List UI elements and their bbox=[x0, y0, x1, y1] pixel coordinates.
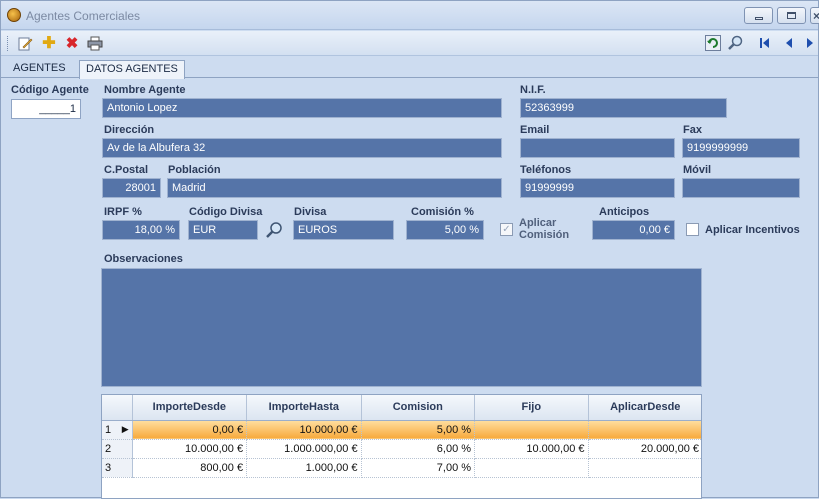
cell-importe-hasta[interactable]: 1.000.000,00 € bbox=[246, 439, 362, 459]
comision-field[interactable]: 5,00 % bbox=[406, 220, 484, 240]
email-field[interactable] bbox=[520, 138, 675, 158]
tab-strip: AGENTES DATOS AGENTES bbox=[1, 57, 818, 79]
aplicar-comision-label-1: Aplicar bbox=[519, 217, 557, 229]
table-row[interactable]: 2 10.000,00 € 1.000.000,00 € 6,00 % 10.0… bbox=[102, 439, 701, 459]
aplicar-incentivos-label: Aplicar Incentivos bbox=[705, 224, 800, 236]
commission-grid: ImporteDesde ImporteHasta Comision Fijo … bbox=[101, 394, 702, 499]
codigo-agente-label: Código Agente bbox=[11, 84, 89, 96]
cpostal-label: C.Postal bbox=[104, 164, 149, 176]
cell-comision[interactable]: 5,00 % bbox=[361, 420, 476, 440]
cell-aplicar-desde[interactable]: 20.000,00 € bbox=[588, 439, 701, 459]
print-icon[interactable] bbox=[87, 35, 103, 51]
edit-icon[interactable] bbox=[17, 35, 33, 51]
current-row-icon: ▶ bbox=[121, 423, 129, 434]
cell-comision[interactable]: 7,00 % bbox=[361, 458, 476, 478]
row-number: 3 bbox=[102, 458, 133, 478]
telefonos-label: Teléfonos bbox=[520, 164, 572, 176]
tab-agentes[interactable]: AGENTES bbox=[7, 60, 72, 78]
divisa-field[interactable]: EUROS bbox=[293, 220, 394, 240]
nombre-agente-field[interactable]: Antonio Lopez bbox=[102, 98, 502, 118]
cell-importe-desde[interactable]: 800,00 € bbox=[132, 458, 248, 478]
cell-fijo[interactable] bbox=[474, 420, 589, 440]
restore-button[interactable] bbox=[777, 7, 806, 24]
next-record-icon[interactable] bbox=[802, 35, 818, 51]
codigo-divisa-label: Código Divisa bbox=[189, 206, 263, 218]
cpostal-field[interactable]: 28001 bbox=[102, 178, 161, 198]
codigo-divisa-field[interactable]: EUR bbox=[188, 220, 258, 240]
table-row[interactable]: 3 800,00 € 1.000,00 € 7,00 % bbox=[102, 458, 701, 478]
comision-label: Comisión % bbox=[411, 206, 474, 218]
anticipos-label: Anticipos bbox=[599, 206, 650, 218]
restore-icon bbox=[787, 12, 796, 19]
fax-field[interactable]: 9199999999 bbox=[682, 138, 800, 158]
aplicar-incentivos-checkbox[interactable] bbox=[686, 223, 699, 236]
cell-fijo[interactable]: 10.000,00 € bbox=[474, 439, 589, 459]
grid-corner bbox=[102, 395, 133, 421]
observaciones-textarea[interactable] bbox=[101, 268, 702, 387]
telefonos-field[interactable]: 91999999 bbox=[520, 178, 675, 198]
cell-importe-desde[interactable]: 0,00 € bbox=[132, 420, 248, 440]
direccion-field[interactable]: Av de la Albufera 32 bbox=[102, 138, 502, 158]
aplicar-comision-label-2: Comisión bbox=[519, 229, 570, 241]
column-header-comision[interactable]: Comision bbox=[361, 395, 476, 421]
email-label: Email bbox=[520, 124, 550, 136]
toolbar: ✚ ✖ bbox=[1, 31, 818, 56]
aplicar-comision-checkbox[interactable]: ✓ bbox=[500, 223, 513, 236]
irpf-label: IRPF % bbox=[104, 206, 142, 218]
observaciones-label: Observaciones bbox=[104, 253, 183, 265]
column-header-importe-desde[interactable]: ImporteDesde bbox=[132, 395, 248, 421]
movil-field[interactable] bbox=[682, 178, 800, 198]
add-icon[interactable]: ✚ bbox=[41, 35, 57, 52]
fax-label: Fax bbox=[683, 124, 702, 136]
irpf-field[interactable]: 18,00 % bbox=[102, 220, 180, 240]
direccion-label: Dirección bbox=[104, 124, 155, 136]
minimize-button[interactable] bbox=[744, 7, 773, 24]
toolbar-grip bbox=[7, 36, 10, 51]
window-title: Agentes Comerciales bbox=[26, 9, 141, 23]
codigo-agente-field[interactable]: _____1 bbox=[11, 99, 81, 119]
cell-aplicar-desde[interactable] bbox=[588, 420, 701, 440]
previous-record-icon[interactable] bbox=[781, 35, 797, 51]
grid-header-row: ImporteDesde ImporteHasta Comision Fijo … bbox=[102, 395, 701, 421]
search-icon[interactable] bbox=[727, 35, 743, 51]
poblacion-label: Población bbox=[168, 164, 221, 176]
app-window: Agentes Comerciales × ✚ ✖ AGENTES DATOS … bbox=[0, 0, 819, 499]
nif-field[interactable]: 52363999 bbox=[520, 98, 727, 118]
cell-comision[interactable]: 6,00 % bbox=[361, 439, 476, 459]
close-icon: × bbox=[812, 8, 819, 23]
cell-importe-desde[interactable]: 10.000,00 € bbox=[132, 439, 248, 459]
cell-aplicar-desde[interactable] bbox=[588, 458, 701, 478]
column-header-fijo[interactable]: Fijo bbox=[474, 395, 589, 421]
divisa-search-icon[interactable] bbox=[265, 221, 283, 239]
cell-importe-hasta[interactable]: 10.000,00 € bbox=[246, 420, 362, 440]
close-button[interactable]: × bbox=[810, 7, 819, 24]
app-logo-icon bbox=[7, 8, 21, 22]
cell-fijo[interactable] bbox=[474, 458, 589, 478]
movil-label: Móvil bbox=[683, 164, 712, 176]
nif-label: N.I.F. bbox=[520, 84, 546, 96]
column-header-importe-hasta[interactable]: ImporteHasta bbox=[246, 395, 362, 421]
anticipos-field[interactable]: 0,00 € bbox=[592, 220, 675, 240]
poblacion-field[interactable]: Madrid bbox=[167, 178, 502, 198]
delete-icon[interactable]: ✖ bbox=[64, 35, 80, 52]
row-number: 1 ▶ bbox=[102, 420, 133, 440]
divisa-label: Divisa bbox=[294, 206, 327, 218]
tab-datos-agentes[interactable]: DATOS AGENTES bbox=[79, 60, 185, 79]
first-record-icon[interactable] bbox=[757, 35, 773, 51]
cell-importe-hasta[interactable]: 1.000,00 € bbox=[246, 458, 362, 478]
row-number: 2 bbox=[102, 439, 133, 459]
refresh-icon[interactable] bbox=[705, 35, 721, 51]
nombre-agente-label: Nombre Agente bbox=[104, 84, 186, 96]
minimize-icon bbox=[754, 16, 763, 20]
column-header-aplicar-desde[interactable]: AplicarDesde bbox=[588, 395, 701, 421]
table-row[interactable]: 1 ▶ 0,00 € 10.000,00 € 5,00 % bbox=[102, 420, 701, 440]
title-bar: Agentes Comerciales × bbox=[1, 1, 819, 30]
